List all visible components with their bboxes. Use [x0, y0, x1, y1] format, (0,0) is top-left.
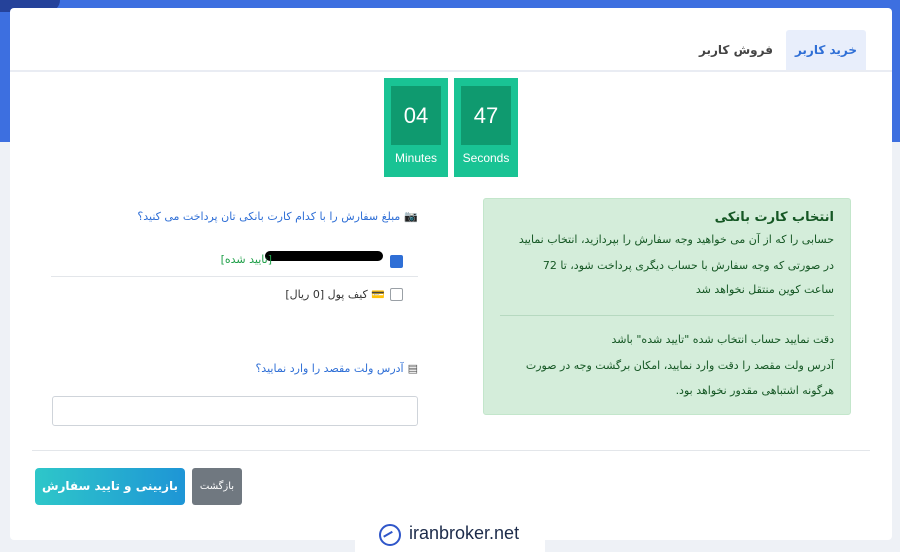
tab-bar: خرید کاربر فروش کاربر — [10, 30, 892, 72]
confirm-order-button[interactable]: بازبینی و تایید سفارش — [35, 468, 185, 505]
money-icon: 📷 — [404, 210, 418, 223]
bank-card-confirmed-badge: [تایید شده] — [220, 253, 272, 266]
destination-question: ▤آدرس ولت مقصد را وارد نمایید؟ — [255, 362, 418, 375]
back-button[interactable]: بازگشت — [192, 468, 242, 505]
info-box: انتخاب کارت بانکی حسابی را که از آن می خ… — [483, 198, 851, 415]
info-line-5: آدرس ولت مقصد را دقت وارد نمایید، امکان … — [525, 359, 834, 372]
timer-minutes-value: 04 — [391, 86, 441, 145]
wallet-icon: 💳 — [371, 288, 385, 301]
info-line-6: هرگونه اشتباهی مقدور نخواهد بود. — [675, 384, 834, 397]
destination-address-input[interactable] — [52, 396, 418, 426]
info-line-4: دقت نمایید حساب انتخاب شده "تایید شده" ب… — [611, 333, 834, 346]
timer-seconds-box: 47 Seconds — [454, 78, 518, 177]
wallet-checkbox[interactable] — [390, 288, 403, 301]
tab-buy[interactable]: خرید کاربر — [786, 30, 866, 70]
watermark: iranbroker.net — [355, 514, 545, 552]
info-line-2: در صورتی که وجه سفارش با حساب دیگری پردا… — [542, 259, 834, 272]
timer-minutes-box: 04 Minutes — [384, 78, 448, 177]
payment-question: 📷مبلغ سفارش را با کدام کارت بانکی تان پر… — [137, 210, 418, 223]
timer-seconds-label: Seconds — [462, 151, 510, 165]
info-line-1: حسابی را که از آن می خواهید وجه سفارش را… — [518, 233, 834, 246]
bank-number-redacted — [265, 251, 383, 261]
wallet-option: 💳 کیف پول [0 ریال] — [285, 288, 385, 301]
info-title: انتخاب کارت بانکی — [714, 210, 834, 225]
iranbroker-logo-icon — [379, 524, 401, 546]
footer-divider — [32, 450, 870, 451]
timer-seconds-value: 47 — [461, 86, 511, 145]
tab-sell[interactable]: فروش کاربر — [696, 30, 776, 70]
main-card: خرید کاربر فروش کاربر 04 Minutes 47 Seco… — [10, 8, 892, 540]
info-line-3: ساعت کوین منتقل نخواهد شد — [695, 283, 834, 296]
info-separator — [500, 315, 834, 316]
timer-minutes-label: Minutes — [394, 151, 438, 165]
bank-card-checkbox[interactable] — [390, 255, 403, 268]
address-card-icon: ▤ — [407, 362, 418, 375]
watermark-text: iranbroker.net — [409, 523, 520, 543]
bank-row-divider — [51, 276, 418, 277]
